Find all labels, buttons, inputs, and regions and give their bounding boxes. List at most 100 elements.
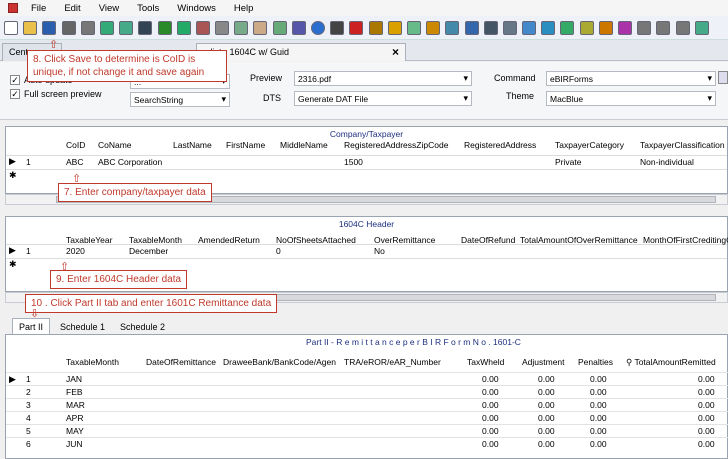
theme-combo[interactable]: MacBlue [546,91,716,106]
upload-icon[interactable] [117,19,135,37]
undo-icon[interactable] [175,19,193,37]
cell-total[interactable]: 0.00 [698,413,715,423]
cell-adjustment[interactable]: 0.00 [538,426,555,436]
cell-taxablemonth[interactable]: APR [66,413,83,423]
cell-taxablemonth[interactable]: JAN [66,374,82,384]
new-icon[interactable] [2,19,20,37]
zoom-reset-icon[interactable] [674,19,692,37]
key-icon[interactable] [597,19,615,37]
command-run-button[interactable] [718,71,728,84]
copy-icon[interactable] [232,19,250,37]
cell-sheets[interactable]: 0 [276,246,281,256]
cell-penalties[interactable]: 0.00 [590,400,607,410]
refresh-icon[interactable] [156,19,174,37]
cell-total[interactable]: 0.00 [698,426,715,436]
cell-total[interactable]: 0.00 [698,439,715,449]
cell-total[interactable]: 0.00 [698,400,715,410]
lock-icon[interactable] [578,19,596,37]
table-row[interactable]: 2 FEB 0.00 0.00 0.00 0.00 [6,385,728,398]
table-row[interactable]: ▶ 1 JAN 0.00 0.00 0.00 0.00 [6,372,728,385]
cell-adjustment[interactable]: 0.00 [538,387,555,397]
cm-icon[interactable] [347,19,365,37]
menu-windows[interactable]: Windows [168,3,225,14]
help-icon[interactable] [309,19,327,37]
search-icon[interactable] [367,19,385,37]
cell-taxwheld[interactable]: 0.00 [482,374,499,384]
g-icon[interactable] [424,19,442,37]
home-icon[interactable] [693,19,711,37]
menu-file[interactable]: File [22,3,55,14]
settings-icon[interactable] [328,19,346,37]
cell-taxwheld[interactable]: 0.00 [482,387,499,397]
layers-icon[interactable] [405,19,423,37]
preview-combo[interactable]: 2316.pdf [294,71,472,86]
cell-taxablemonth[interactable]: JUN [66,439,83,449]
cell-penalties[interactable]: 0.00 [590,413,607,423]
table-row[interactable]: 3 MAR 0.00 0.00 0.00 0.00 [6,398,728,411]
dts-combo[interactable]: Generate DAT File [294,91,472,106]
table-row[interactable]: 5 MAY 0.00 0.00 0.00 0.00 [6,424,728,437]
print-preview-icon[interactable] [79,19,97,37]
cell-zipcode[interactable]: 1500 [344,157,363,167]
tools-icon[interactable] [194,19,212,37]
cell-taxablemonth[interactable]: MAY [66,426,84,436]
sign-icon[interactable] [482,19,500,37]
cell-overremittance[interactable]: No [374,246,385,256]
cell-coid[interactable]: ABC [66,157,83,167]
tab-part-ii[interactable]: Part II [12,318,51,334]
tab-schedule-1[interactable]: Schedule 1 [53,318,112,334]
fullscreen-preview-checkbox[interactable]: ✓ Full screen preview [10,89,102,99]
cell-taxablemonth[interactable]: December [129,246,168,256]
cell-classification[interactable]: Non-individual [640,157,694,167]
grid-icon[interactable] [271,19,289,37]
cell-taxablemonth[interactable]: MAR [66,400,85,410]
zoom-in-icon[interactable] [654,19,672,37]
cell-taxwheld[interactable]: 0.00 [482,426,499,436]
paste-icon[interactable] [251,19,269,37]
image-icon[interactable] [443,19,461,37]
pin-icon[interactable] [463,19,481,37]
export-icon[interactable] [98,19,116,37]
cell-category[interactable]: Private [555,157,581,167]
search-string-combo[interactable]: SearchString [130,92,230,107]
table-icon[interactable] [290,19,308,37]
cell-adjustment[interactable]: 0.00 [538,400,555,410]
menu-view[interactable]: View [90,3,128,14]
cell-adjustment[interactable]: 0.00 [538,413,555,423]
folder-icon[interactable] [520,19,538,37]
cell-taxablemonth[interactable]: FEB [66,387,83,397]
table-row[interactable]: 4 APR 0.00 0.00 0.00 0.00 [6,411,728,424]
command-combo[interactable]: eBIRForms [546,71,716,86]
cell-penalties[interactable]: 0.00 [590,374,607,384]
part-ii-grid[interactable]: Part II - R e m i t t a n c e p e r B I … [5,334,728,459]
cell-total[interactable]: 0.00 [698,374,715,384]
close-icon[interactable]: × [392,45,399,59]
save-icon[interactable] [40,19,58,37]
tab-1604c-guide[interactable]: ...list - 1604C w/ Guid × [196,43,406,61]
tab-schedule-2[interactable]: Schedule 2 [113,318,172,334]
cell-penalties[interactable]: 0.00 [590,387,607,397]
print-icon[interactable] [60,19,78,37]
open-icon[interactable] [21,19,39,37]
cell-taxwheld[interactable]: 0.00 [482,413,499,423]
cell-taxwheld[interactable]: 0.00 [482,400,499,410]
monitor-icon[interactable] [558,19,576,37]
cell-taxwheld[interactable]: 0.00 [482,439,499,449]
menu-help[interactable]: Help [225,3,263,14]
menu-edit[interactable]: Edit [55,3,89,14]
calculator-icon[interactable] [136,19,154,37]
cell-total[interactable]: 0.00 [698,387,715,397]
user-icon[interactable] [616,19,634,37]
cell-penalties[interactable]: 0.00 [590,439,607,449]
cell-penalties[interactable]: 0.00 [590,426,607,436]
table-row[interactable]: 6 JUN 0.00 0.00 0.00 0.00 [6,437,728,450]
print2-icon[interactable] [501,19,519,37]
star-icon[interactable] [386,19,404,37]
cell-adjustment[interactable]: 0.00 [538,374,555,384]
cell-adjustment[interactable]: 0.00 [538,439,555,449]
mail-icon[interactable] [539,19,557,37]
cell-coname[interactable]: ABC Corporation [98,157,162,167]
cut-icon[interactable] [213,19,231,37]
menu-tools[interactable]: Tools [128,3,168,14]
cell-taxableyear[interactable]: 2020 [66,246,85,256]
